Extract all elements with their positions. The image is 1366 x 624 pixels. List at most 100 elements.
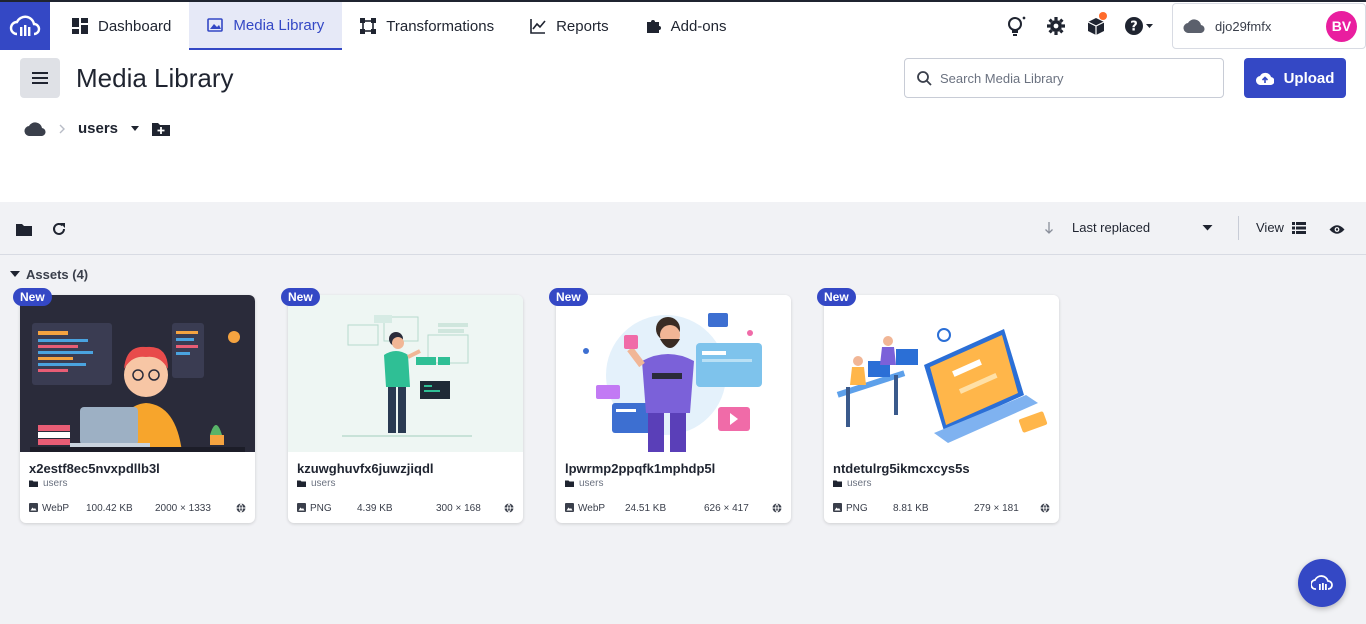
ideas-button[interactable]: [996, 2, 1036, 50]
avatar[interactable]: BV: [1326, 10, 1357, 42]
settings-button[interactable]: [1036, 2, 1076, 50]
asset-thumbnail[interactable]: [824, 295, 1059, 452]
nav-dashboard[interactable]: Dashboard: [54, 2, 189, 50]
transform-icon: [360, 18, 377, 34]
asset-name: x2estf8ec5nvxpdllb3l: [29, 461, 160, 476]
account-switcher[interactable]: djo29fmfx BV: [1172, 3, 1366, 49]
asset-thumbnail[interactable]: [288, 295, 523, 452]
asset-folder-label: users: [43, 478, 68, 489]
folder-icon: [297, 480, 306, 487]
sort-select-label[interactable]: Last replaced: [1072, 220, 1202, 235]
nav-media-library-label: Media Library: [233, 16, 325, 34]
asset-folder: users: [833, 478, 871, 489]
asset-size: 100.42 KB: [86, 503, 133, 514]
new-badge: New: [549, 288, 588, 306]
nav-reports[interactable]: Reports: [512, 2, 627, 50]
format-icon: [29, 503, 38, 515]
puzzle-icon: [645, 18, 661, 34]
cloud-upload-icon: [1255, 72, 1274, 85]
asset-size: 4.39 KB: [357, 503, 393, 514]
chart-icon: [530, 18, 546, 34]
folder-icon: [833, 480, 842, 487]
chevron-down-icon[interactable]: [130, 125, 140, 132]
folder-icon: [29, 480, 38, 487]
asset-dimensions: 300 × 168: [436, 503, 481, 514]
help-menu-button[interactable]: ?: [1116, 2, 1162, 50]
nav-add-ons-label: Add-ons: [670, 17, 727, 35]
format-icon: [833, 503, 842, 515]
upload-label: Upload: [1283, 69, 1335, 87]
breadcrumb-folder[interactable]: users: [78, 120, 118, 137]
new-badge: New: [13, 288, 52, 306]
image-icon: [207, 17, 224, 33]
preview-toggle-button[interactable]: [1328, 220, 1346, 238]
asset-folder: users: [565, 478, 603, 489]
asset-format: PNG: [310, 503, 332, 514]
asset-thumbnail[interactable]: [556, 295, 791, 452]
view-switcher[interactable]: View: [1256, 220, 1306, 235]
folder-icon: [565, 480, 574, 487]
asset-dimensions: 626 × 417: [704, 503, 749, 514]
folder-toggle-button[interactable]: [15, 220, 33, 238]
refresh-button[interactable]: [50, 220, 68, 238]
format-icon: [565, 503, 574, 515]
top-navigation: Dashboard Media Library Transformations …: [0, 0, 1366, 50]
cloudinary-logo[interactable]: [0, 2, 50, 50]
chat-support-button[interactable]: [1298, 559, 1346, 607]
search-input[interactable]: [940, 70, 1200, 86]
home-cloud-icon[interactable]: [24, 121, 46, 136]
nav-dashboard-label: Dashboard: [98, 17, 172, 35]
notifications-button[interactable]: [1076, 2, 1116, 50]
cloud-name: djo29fmfx: [1215, 18, 1272, 34]
new-badge: New: [281, 288, 320, 306]
asset-format: PNG: [846, 503, 868, 514]
nav-media-library[interactable]: Media Library: [189, 2, 343, 50]
asset-dimensions: 2000 × 1333: [155, 503, 211, 514]
view-label: View: [1256, 220, 1284, 235]
folders-menu-button[interactable]: [20, 58, 60, 98]
asset-size: 8.81 KB: [893, 503, 929, 514]
breadcrumb: users: [24, 120, 171, 137]
hamburger-icon: [32, 72, 48, 84]
assets-toolbar: Last replaced View: [0, 202, 1366, 255]
globe-icon: [1040, 503, 1050, 516]
asset-dimensions: 279 × 181: [974, 503, 1019, 514]
new-badge: New: [817, 288, 856, 306]
asset-folder-label: users: [847, 478, 872, 489]
asset-name: ntdetulrg5ikmcxcys5s: [833, 461, 970, 476]
cloudinary-chat-icon: [1311, 575, 1333, 590]
upload-button[interactable]: Upload: [1244, 58, 1346, 98]
help-icon: ?: [1125, 17, 1153, 35]
nav-add-ons[interactable]: Add-ons: [627, 2, 745, 50]
asset-folder: users: [297, 478, 335, 489]
page-header: Media Library Upload users: [0, 50, 1366, 202]
assets-heading: Assets (4): [26, 267, 89, 282]
globe-icon: [772, 503, 782, 516]
chevron-down-icon[interactable]: [1202, 224, 1213, 231]
asset-folder-label: users: [579, 478, 604, 489]
list-view-icon: [1291, 221, 1306, 234]
top-right-controls: ? djo29fmfx BV: [996, 2, 1366, 50]
arrow-down-icon[interactable]: [1044, 221, 1054, 235]
asset-format: WebP: [42, 503, 70, 514]
folder-icon: [16, 223, 32, 236]
sort-control[interactable]: Last replaced: [1044, 220, 1213, 235]
refresh-icon: [53, 222, 65, 235]
asset-thumbnail[interactable]: [20, 295, 255, 452]
toolbar-divider: [1238, 216, 1239, 240]
search-box[interactable]: [904, 58, 1224, 98]
format-icon: [297, 503, 306, 515]
eye-icon: [1329, 224, 1345, 234]
asset-size: 24.51 KB: [625, 503, 667, 514]
asset-card[interactable]: New x2estf8ec5nvxpdllb3l users WebP 100.…: [13, 288, 255, 523]
nav-transformations-label: Transformations: [386, 17, 495, 35]
asset-card[interactable]: New lpwrmp2ppqfk1mphdp5l users WebP 24.5…: [549, 288, 791, 523]
assets-section-toggle[interactable]: Assets (4): [10, 267, 88, 282]
asset-name: lpwrmp2ppqfk1mphdp5l: [565, 461, 716, 476]
asset-card[interactable]: New kzuwghuvfx6juwzjiqdl users PNG 4.39 …: [281, 288, 523, 523]
new-folder-icon[interactable]: [152, 122, 171, 136]
nav-transformations[interactable]: Transformations: [342, 2, 512, 50]
asset-card[interactable]: New ntdetulrg5ikmcxcys5s users PNG 8.81 …: [817, 288, 1059, 523]
asset-folder: users: [29, 478, 67, 489]
asset-folder-label: users: [311, 478, 336, 489]
